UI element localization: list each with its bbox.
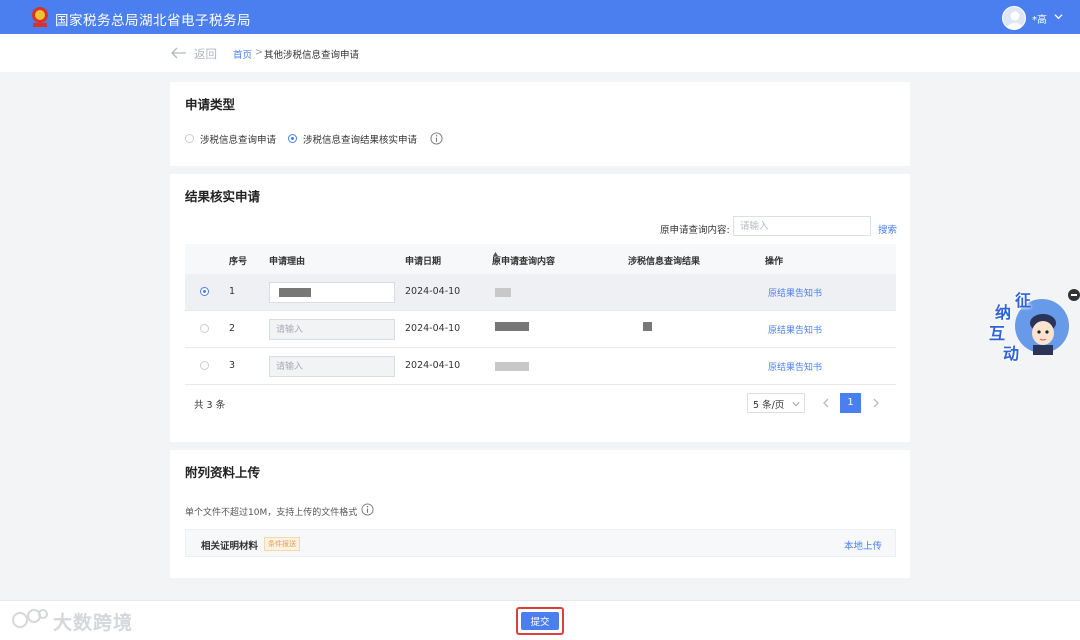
- redacted-original-query: [495, 322, 529, 331]
- site-title: 国家税务总局湖北省电子税务局: [55, 13, 251, 29]
- watermark-logo-icon: [12, 609, 48, 628]
- search-button[interactable]: 搜索: [878, 222, 897, 236]
- current-page-button[interactable]: 1: [840, 393, 861, 413]
- column-original-query: 原申请查询内容: [492, 257, 556, 267]
- mascot-text-char: 征: [1015, 291, 1032, 310]
- upload-item-name: 相关证明材料: [201, 541, 259, 552]
- application-type-title: 申请类型: [185, 97, 236, 112]
- row-select-radio[interactable]: [200, 361, 209, 370]
- original-result-notice-link[interactable]: 原结果告知书: [768, 360, 822, 373]
- chevron-down-icon[interactable]: [1054, 12, 1063, 21]
- mascot-collapse-icon[interactable]: [1068, 289, 1080, 301]
- radio-label-verification-application[interactable]: 涉税信息查询结果核实申请: [303, 132, 417, 146]
- info-icon[interactable]: [430, 132, 443, 145]
- original-result-notice-link[interactable]: 原结果告知书: [768, 323, 822, 336]
- column-reason: 申请理由: [269, 257, 306, 267]
- table-row[interactable]: 1 2024-04-10 原结果告知书: [185, 274, 896, 311]
- row-select-radio[interactable]: [200, 287, 209, 296]
- mascot-text-char: 动: [1003, 344, 1020, 363]
- row-index: 2: [229, 323, 236, 334]
- user-name[interactable]: *高: [1032, 11, 1047, 26]
- table-row[interactable]: 3 2024-04-10 原结果告知书: [185, 348, 896, 385]
- row-index: 3: [229, 360, 236, 371]
- footer-bar: 大数跨境 提交: [0, 600, 1080, 640]
- verification-panel: 结果核实申请 原申请查询内容: 搜索 序号 申请理由 申请日期 原申请查询内容 …: [170, 174, 910, 442]
- page-size-select[interactable]: 5 条/页: [747, 393, 805, 413]
- radio-label-query-application[interactable]: 涉税信息查询申请: [200, 132, 276, 146]
- back-button[interactable]: 返回: [194, 46, 217, 62]
- row-select-radio[interactable]: [200, 324, 209, 333]
- table-header: 序号 申请理由 申请日期 原申请查询内容 涉税信息查询结果 操作: [185, 244, 896, 274]
- breadcrumb-separator: >: [255, 47, 263, 58]
- top-header: 国家税务总局湖北省电子税务局 *高: [0, 0, 1080, 34]
- redacted-original-query: [495, 288, 511, 297]
- page-size-value: 5 条/页: [753, 400, 785, 411]
- breadcrumb-home-link[interactable]: 首页: [233, 47, 252, 61]
- attachments-title: 附列资料上传: [185, 465, 261, 480]
- tax-emblem-icon: [32, 7, 48, 27]
- upload-item-row: 相关证明材料 条件报送 本地上传: [185, 529, 896, 557]
- user-icon: [1007, 11, 1023, 29]
- redacted-query-result: [643, 322, 652, 331]
- verification-title: 结果核实申请: [185, 189, 261, 204]
- local-upload-link[interactable]: 本地上传: [844, 538, 882, 552]
- column-date: 申请日期: [405, 257, 442, 267]
- reason-input[interactable]: [269, 319, 395, 340]
- attachments-panel: 附列资料上传 单个文件不超过10M，支持上传的文件格式 相关证明材料 条件报送 …: [170, 450, 910, 578]
- row-index: 1: [229, 286, 236, 297]
- row-date: 2024-04-10: [405, 360, 461, 371]
- watermark-text: 大数跨境: [53, 612, 134, 634]
- original-result-notice-link[interactable]: 原结果告知书: [768, 286, 822, 299]
- reason-input[interactable]: [269, 356, 395, 377]
- watermark: 大数跨境: [10, 605, 145, 635]
- prev-page-icon[interactable]: [820, 394, 832, 412]
- next-page-icon[interactable]: [870, 394, 882, 412]
- row-date: 2024-04-10: [405, 286, 461, 297]
- back-arrow-icon[interactable]: [171, 47, 187, 59]
- conditional-submit-badge: 条件报送: [264, 537, 300, 551]
- redacted-reason: [279, 288, 311, 297]
- upload-hint: 单个文件不超过10M，支持上传的文件格式: [185, 508, 358, 518]
- chevron-down-icon: [792, 402, 800, 407]
- application-type-panel: 申请类型 涉税信息查询申请 涉税信息查询结果核实申请: [170, 82, 910, 166]
- total-count: 共 3 条: [194, 400, 226, 411]
- row-date: 2024-04-10: [405, 323, 461, 334]
- search-label: 原申请查询内容:: [660, 225, 730, 236]
- column-index: 序号: [229, 257, 248, 267]
- interaction-mascot-widget[interactable]: 征 纳 互 动: [985, 285, 1075, 365]
- breadcrumb-current: 其他涉税信息查询申请: [264, 50, 360, 61]
- info-icon[interactable]: [361, 503, 374, 516]
- table-row[interactable]: 2 2024-04-10 原结果告知书: [185, 311, 896, 348]
- radio-query-application[interactable]: [185, 134, 194, 143]
- column-action: 操作: [765, 257, 784, 267]
- radio-verification-application[interactable]: [288, 134, 297, 143]
- column-query-result: 涉税信息查询结果: [628, 257, 701, 267]
- user-avatar[interactable]: [1002, 6, 1026, 30]
- submit-button[interactable]: 提交: [521, 612, 559, 630]
- breadcrumb-bar: 返回 首页 > 其他涉税信息查询申请: [0, 34, 1080, 72]
- redacted-original-query: [495, 362, 529, 371]
- search-input[interactable]: [733, 216, 871, 236]
- submit-highlight-frame: 提交: [516, 607, 564, 635]
